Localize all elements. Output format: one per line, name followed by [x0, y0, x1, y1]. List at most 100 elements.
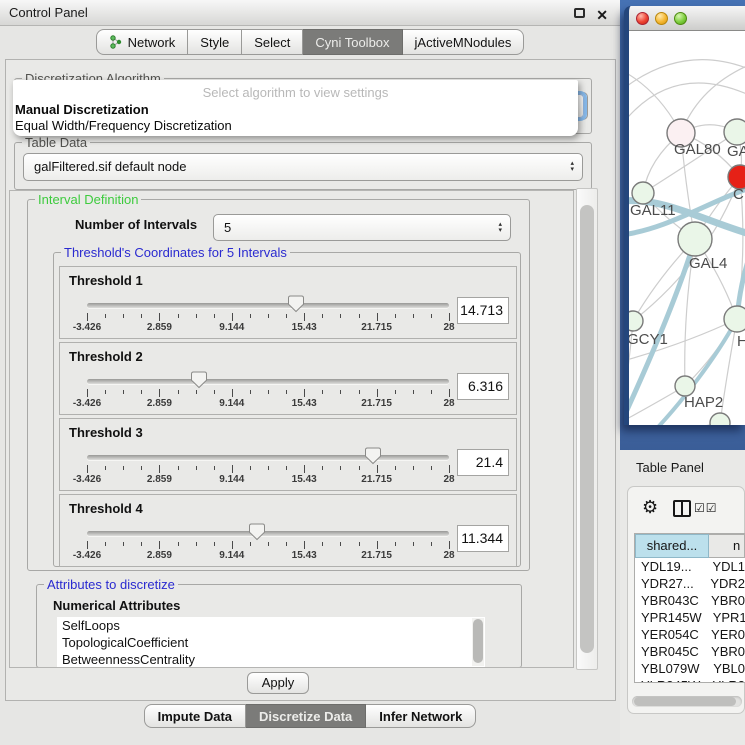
- network-window-titlebar[interactable]: [629, 6, 745, 31]
- threshold-value-box[interactable]: 6.316: [457, 373, 509, 400]
- tab-select[interactable]: Select: [242, 29, 303, 55]
- attribute-item[interactable]: TopologicalCoefficient: [57, 634, 485, 651]
- network-icon: [109, 35, 123, 49]
- control-panel-title: Control Panel: [9, 5, 88, 20]
- table-row[interactable]: YPR145WYPR1: [635, 609, 745, 626]
- minimize-traffic-light-icon[interactable]: [655, 12, 668, 25]
- attributes-group-title: Attributes to discretize: [44, 577, 178, 592]
- threshold-panel: Threshold 2-3.4262.8599.14415.4321.71528…: [59, 342, 517, 415]
- thresholds-group: Threshold's Coordinates for 5 Intervals …: [53, 252, 521, 567]
- table-data-group-title: Table Data: [22, 135, 90, 150]
- threshold-value-box[interactable]: 14.713: [457, 297, 509, 324]
- tab-impute-data[interactable]: Impute Data: [144, 704, 246, 728]
- numerical-attributes-list[interactable]: SelfLoopsTopologicalCoefficientBetweenne…: [57, 617, 485, 667]
- slider-thumb-icon[interactable]: [249, 523, 265, 541]
- settings-scrollbar[interactable]: [576, 188, 598, 670]
- numerical-attributes-label: Numerical Attributes: [53, 598, 180, 613]
- slider-thumb-icon[interactable]: [191, 371, 207, 389]
- horizontal-scrollbar[interactable]: [632, 696, 742, 707]
- attribute-item[interactable]: SelfLoops: [57, 617, 485, 634]
- threshold-label: Threshold 1: [69, 273, 143, 288]
- column-header-name[interactable]: n: [709, 534, 745, 558]
- bottom-tabbar: Impute DataDiscretize DataInfer Network: [0, 704, 620, 729]
- table-row[interactable]: YDR27...YDR2: [635, 575, 745, 592]
- slider-track[interactable]: [87, 303, 449, 308]
- table-data-value: galFiltered.sif default node: [24, 154, 582, 179]
- slider-thumb-icon[interactable]: [365, 447, 381, 465]
- thresholds-group-title: Threshold's Coordinates for 5 Intervals: [61, 245, 290, 260]
- table-row[interactable]: YDL19...YDL1: [635, 558, 745, 575]
- close-icon[interactable]: ✕: [596, 3, 608, 28]
- threshold-slider[interactable]: -3.4262.8599.14415.4321.71528: [87, 365, 449, 413]
- checked-boxes-icon[interactable]: ☑☑: [694, 501, 718, 515]
- svg-text:GAL11: GAL11: [630, 202, 676, 219]
- table-panel: ⚙ ☑☑ shared... n YDL19...YDL1YDR27...YDR…: [627, 486, 745, 714]
- slider-ticks: [87, 312, 449, 321]
- threshold-slider[interactable]: -3.4262.8599.14415.4321.71528: [87, 517, 449, 565]
- algorithm-dropdown-popup: Select algorithm to view settings Manual…: [13, 80, 578, 136]
- slider-track[interactable]: [87, 379, 449, 384]
- slider-ticks: [87, 464, 449, 473]
- float-window-icon[interactable]: [574, 8, 585, 18]
- threshold-slider[interactable]: -3.4262.8599.14415.4321.71528: [87, 289, 449, 337]
- split-columns-icon[interactable]: [673, 500, 691, 517]
- algorithm-option[interactable]: Manual Discretization: [15, 102, 578, 118]
- number-of-intervals-value: 5: [214, 215, 510, 240]
- list-scrollbar[interactable]: [472, 618, 484, 666]
- threshold-value-box[interactable]: 11.344: [457, 525, 509, 552]
- threshold-label: Threshold 3: [69, 425, 143, 440]
- table-row[interactable]: YBR045CYBR0: [635, 643, 745, 660]
- svg-text:GCY1: GCY1: [629, 331, 668, 348]
- gear-icon[interactable]: ⚙: [642, 497, 658, 518]
- slider-ticks: [87, 540, 449, 549]
- attribute-item[interactable]: BetweennessCentrality: [57, 651, 485, 667]
- threshold-value-box[interactable]: 21.4: [457, 449, 509, 476]
- table-row[interactable]: YLR345WYLR3: [635, 677, 745, 682]
- svg-text:GA: GA: [727, 143, 745, 160]
- list-scrollbar-thumb[interactable]: [473, 619, 483, 663]
- table-panel-title: Table Panel: [636, 460, 704, 475]
- network-canvas[interactable]: GAL80GACGAL11GAL4GCY1HHAP2: [629, 31, 745, 425]
- control-panel-titlebar: Control Panel ✕: [0, 0, 620, 26]
- tab-discretize-data[interactable]: Discretize Data: [246, 704, 366, 728]
- close-traffic-light-icon[interactable]: [636, 12, 649, 25]
- slider-track[interactable]: [87, 455, 449, 460]
- network-canvas-svg: GAL80GACGAL11GAL4GCY1HHAP2: [629, 31, 745, 425]
- tab-infer-network[interactable]: Infer Network: [366, 704, 476, 728]
- table-row[interactable]: YER054CYER0: [635, 626, 745, 643]
- tab-style[interactable]: Style: [188, 29, 242, 55]
- svg-text:HAP2: HAP2: [684, 394, 723, 411]
- svg-text:H: H: [737, 333, 745, 350]
- column-header-shared-name[interactable]: shared...: [635, 534, 709, 558]
- node-table-rows: YDL19...YDL1YDR27...YDR2YBR043CYBR0YPR14…: [635, 558, 745, 682]
- zoom-traffic-light-icon[interactable]: [674, 12, 687, 25]
- horizontal-scrollbar-thumb[interactable]: [634, 697, 736, 706]
- svg-text:GAL4: GAL4: [689, 255, 727, 272]
- attribute-items: SelfLoopsTopologicalCoefficientBetweenne…: [57, 617, 485, 667]
- table-data-group: Table Data galFiltered.sif default node …: [14, 142, 592, 190]
- threshold-label: Threshold 2: [69, 349, 143, 364]
- control-panel: Control Panel ✕ NetworkStyleSelectCyni T…: [0, 0, 620, 745]
- combo-arrows-icon: ▴▾: [570, 161, 574, 173]
- algorithm-option[interactable]: Equal Width/Frequency Discretization: [15, 118, 578, 134]
- table-row[interactable]: YBL079WYBL0: [635, 660, 745, 677]
- svg-text:C: C: [733, 186, 744, 203]
- number-of-intervals-spinner[interactable]: 5 ▴▾: [213, 214, 511, 241]
- control-panel-content: Discretization Algorithm ▴▾ Select algor…: [5, 59, 616, 701]
- tab-cyni-toolbox[interactable]: Cyni Toolbox: [303, 29, 402, 55]
- algorithm-popup-list: Manual DiscretizationEqual Width/Frequen…: [15, 102, 578, 134]
- tab-jactivemnodules[interactable]: jActiveMNodules: [403, 29, 525, 55]
- slider-track[interactable]: [87, 531, 449, 536]
- table-data-combobox[interactable]: galFiltered.sif default node ▴▾: [23, 153, 583, 181]
- top-tabbar: NetworkStyleSelectCyni ToolboxjActiveMNo…: [0, 29, 620, 56]
- slider-thumb-icon[interactable]: [288, 295, 304, 313]
- apply-button[interactable]: Apply: [247, 672, 309, 694]
- settings-scrollbar-thumb[interactable]: [580, 205, 594, 653]
- table-row[interactable]: YBR043CYBR0: [635, 592, 745, 609]
- threshold-panel: Threshold 1-3.4262.8599.14415.4321.71528…: [59, 266, 517, 339]
- threshold-slider[interactable]: -3.4262.8599.14415.4321.71528: [87, 441, 449, 489]
- tab-network[interactable]: Network: [96, 29, 189, 55]
- table-panel-section: Table Panel ⚙ ☑☑ shared... n YDL19...YDL…: [620, 450, 745, 745]
- algorithm-popup-hint: Select algorithm to view settings: [13, 85, 578, 100]
- threshold-panel: Threshold 3-3.4262.8599.14415.4321.71528…: [59, 418, 517, 491]
